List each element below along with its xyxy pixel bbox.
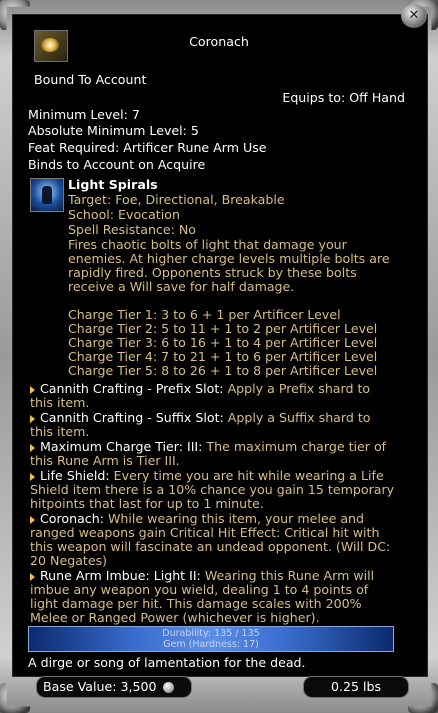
bullet-icon <box>30 443 35 452</box>
effect-prefix-slot: Cannith Crafting - Prefix Slot: Apply a … <box>30 381 370 396</box>
effect-line: this Rune Arm is Tier III. <box>30 453 180 468</box>
effect-max-charge-tier: Maximum Charge Tier: III: The maximum ch… <box>30 439 386 454</box>
item-name: Coronach <box>189 34 249 49</box>
effect-rune-arm-imbue: Rune Arm Imbue: Light II: Wearing this R… <box>30 568 374 583</box>
charge-tier: Charge Tier 2: 5 to 11 + 1 to 2 per Arti… <box>68 321 378 336</box>
light-spirals-icon <box>30 178 64 212</box>
effect-line: Shield item there is a 10% chance you ga… <box>30 482 395 497</box>
effect-line: this item. <box>30 424 90 439</box>
effect-life-shield: Life Shield: Every time you are hit whil… <box>30 468 384 483</box>
effect-line: 20 Negates) <box>30 553 108 568</box>
binding-status: Bound To Account <box>34 72 147 87</box>
charge-tier: Charge Tier 4: 7 to 21 + 1 to 6 per Arti… <box>68 349 378 364</box>
flavor-text: A dirge or song of lamentation for the d… <box>28 655 306 670</box>
frame-corner <box>0 683 30 713</box>
effect-line: this weapon will fascinate an undead opp… <box>30 539 391 554</box>
effect-line: Melee or Ranged Power (whichever is high… <box>30 610 320 625</box>
item-weight: 0.25 lbs <box>303 676 409 698</box>
platinum-coin-icon <box>162 682 174 693</box>
spell-target: Target: Foe, Directional, Breakable <box>68 192 285 207</box>
material-text: Gem (Hardness: 17) <box>163 639 259 650</box>
charge-tier: Charge Tier 1: 3 to 6 + 1 per Artificer … <box>68 307 341 322</box>
effect-line: imbue any weapon you wield, dealing 1 to… <box>30 582 369 597</box>
feat-required: Feat Required: Artificer Rune Arm Use <box>28 140 267 155</box>
close-icon[interactable]: ✕ <box>401 4 427 28</box>
durability-bar: Durability: 135 / 135 Gem (Hardness: 17) <box>28 626 394 652</box>
minimum-level: Minimum Level: 7 <box>28 107 140 122</box>
effect-line: this item. <box>30 395 90 410</box>
charge-tier: Charge Tier 5: 8 to 26 + 1 to 8 per Arti… <box>68 363 378 378</box>
bullet-icon <box>30 572 35 581</box>
absolute-minimum-level: Absolute Minimum Level: 5 <box>28 123 199 138</box>
spell-desc-line: enemies. At higher charge levels multipl… <box>68 251 390 266</box>
bullet-icon <box>30 414 35 423</box>
bullet-icon <box>30 385 35 394</box>
binds-on: Binds to Account on Acquire <box>28 157 206 172</box>
base-value-text: Base Value: 3,500 <box>43 679 157 694</box>
spell-desc-line: receive a Will save for half damage. <box>68 279 295 294</box>
spell-name: Light Spirals <box>68 177 158 192</box>
frame-corner <box>408 683 438 713</box>
charge-tier: Charge Tier 3: 6 to 16 + 1 to 4 per Arti… <box>68 335 378 350</box>
spell-school: School: Evocation <box>68 207 180 222</box>
bullet-icon <box>30 472 35 481</box>
spell-desc-line: rapidly fired. Opponents struck by these… <box>68 265 357 280</box>
effect-coronach: Coronach: While wearing this item, your … <box>30 511 364 526</box>
effect-line: ranged weapons gain Critical Hit Effect:… <box>30 525 380 540</box>
durability-text: Durability: 135 / 135 <box>162 628 260 639</box>
base-value: Base Value: 3,500 <box>36 676 192 698</box>
equips-to: Equips to: Off Hand <box>282 90 405 105</box>
bullet-icon <box>30 515 35 524</box>
spell-resistance: Spell Resistance: No <box>68 222 196 237</box>
effect-line: light damage per hit. This damage scales… <box>30 596 362 611</box>
spell-desc-line: Fires chaotic bolts of light that damage… <box>68 237 347 252</box>
effect-suffix-slot: Cannith Crafting - Suffix Slot: Apply a … <box>30 410 371 425</box>
effect-line: hitpoints that last for up to 1 minute. <box>30 496 264 511</box>
